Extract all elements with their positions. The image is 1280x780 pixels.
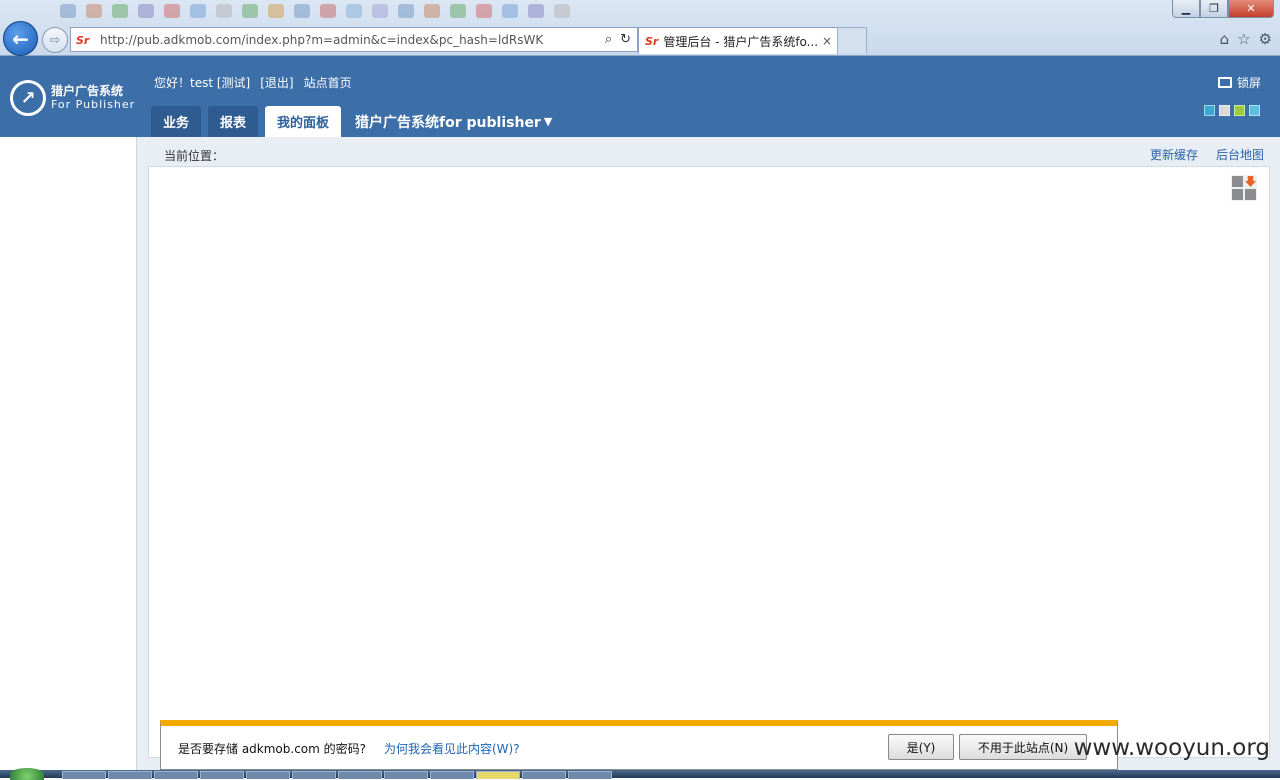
windows-taskbar: [0, 768, 1280, 780]
left-sidebar: [0, 137, 137, 778]
tab-my-panel[interactable]: 我的面板: [265, 106, 342, 137]
site-home-link[interactable]: 站点首页: [304, 74, 352, 91]
lock-screen-button[interactable]: 锁屏: [1217, 74, 1261, 91]
theme-swatches: [1204, 105, 1260, 116]
main-content-area: 当前位置： 更新缓存 后台地图: [137, 137, 1280, 778]
theme-swatch[interactable]: [1234, 105, 1245, 116]
search-icon[interactable]: ⌕: [605, 32, 612, 47]
monitor-icon: [1217, 77, 1232, 88]
not-for-this-site-button[interactable]: 不用于此站点(N): [959, 734, 1087, 760]
logo: ↗ 猎户广告系统 For Publisher: [10, 80, 135, 116]
browser-chrome: ▁ ❐ ✕ ← ⇨ Sr ⌕ ↻ Sr 管理后台 - 猎户广告系统fo... ×…: [0, 0, 1280, 56]
breadcrumb: 当前位置：: [164, 149, 225, 163]
system-menu-label: 猎户广告系统for publisher: [355, 114, 541, 131]
refresh-cache-link[interactable]: 更新缓存: [1150, 146, 1198, 163]
new-tab-button[interactable]: [837, 27, 867, 53]
logo-subtitle: For Publisher: [51, 98, 136, 111]
theme-swatch[interactable]: [1219, 105, 1230, 116]
greeting-text: 您好！test [测试]: [154, 76, 251, 90]
forward-button[interactable]: ⇨: [42, 27, 68, 53]
admin-map-link[interactable]: 后台地图: [1216, 146, 1264, 163]
favorites-star-icon[interactable]: ☆: [1237, 30, 1250, 48]
theme-swatch[interactable]: [1249, 105, 1260, 116]
minimize-button[interactable]: ▁: [1172, 0, 1200, 18]
utility-links: 更新缓存 后台地图: [1150, 146, 1264, 163]
save-password-notification: 是否要存储 adkmob.com 的密码? 为何我会看见此内容(W)? 是(Y)…: [160, 720, 1118, 770]
refresh-icon[interactable]: ↻: [620, 32, 631, 47]
browser-tab-active[interactable]: Sr 管理后台 - 猎户广告系统fo... ×: [638, 27, 838, 54]
back-button[interactable]: ←: [3, 21, 38, 56]
add-widget-icon[interactable]: [1231, 175, 1257, 201]
logout-link[interactable]: [退出]: [260, 74, 293, 91]
close-window-button[interactable]: ✕: [1228, 0, 1274, 18]
tab-favicon-icon: Sr: [645, 34, 659, 48]
user-links: 您好！test [测试] [退出] 站点首页: [154, 74, 352, 91]
tab-title: 管理后台 - 猎户广告系统fo...: [663, 34, 819, 49]
why-see-this-link[interactable]: 为何我会看见此内容(W)?: [384, 740, 520, 757]
logo-arrow-icon: ↗: [10, 80, 46, 116]
notification-message: 是否要存储 adkmob.com 的密码?: [178, 742, 367, 756]
close-tab-icon[interactable]: ×: [822, 34, 832, 48]
yes-button[interactable]: 是(Y): [888, 734, 954, 760]
start-orb-icon[interactable]: [10, 768, 44, 780]
lock-screen-label: 锁屏: [1236, 76, 1261, 90]
bookmark-strip: [60, 0, 1170, 22]
maximize-button[interactable]: ❐: [1200, 0, 1228, 18]
caret-down-icon: ▼: [543, 115, 553, 128]
logo-title: 猎户广告系统: [51, 84, 124, 98]
content-panel: [148, 166, 1270, 758]
theme-swatch[interactable]: [1204, 105, 1215, 116]
window-controls: ▁ ❐ ✕: [1172, 0, 1274, 18]
tab-reports[interactable]: 报表: [208, 106, 259, 137]
watermark: www.wooyun.org: [1073, 735, 1270, 761]
main-nav-tabs: 业务 报表 我的面板 猎户广告系统for publisher ▼: [151, 106, 552, 137]
browser-toolbar-right: ⌂ ☆ ⚙: [1220, 30, 1272, 48]
address-bar[interactable]: Sr ⌕ ↻: [70, 27, 638, 52]
settings-gear-icon[interactable]: ⚙: [1259, 30, 1272, 48]
url-input[interactable]: [98, 31, 605, 48]
app-header: ↗ 猎户广告系统 For Publisher 您好！test [测试] [退出]…: [0, 56, 1280, 137]
system-menu-dropdown[interactable]: 猎户广告系统for publisher ▼: [355, 106, 552, 137]
site-favicon-icon: Sr: [76, 33, 90, 47]
tab-business[interactable]: 业务: [151, 106, 202, 137]
home-icon[interactable]: ⌂: [1220, 30, 1230, 48]
